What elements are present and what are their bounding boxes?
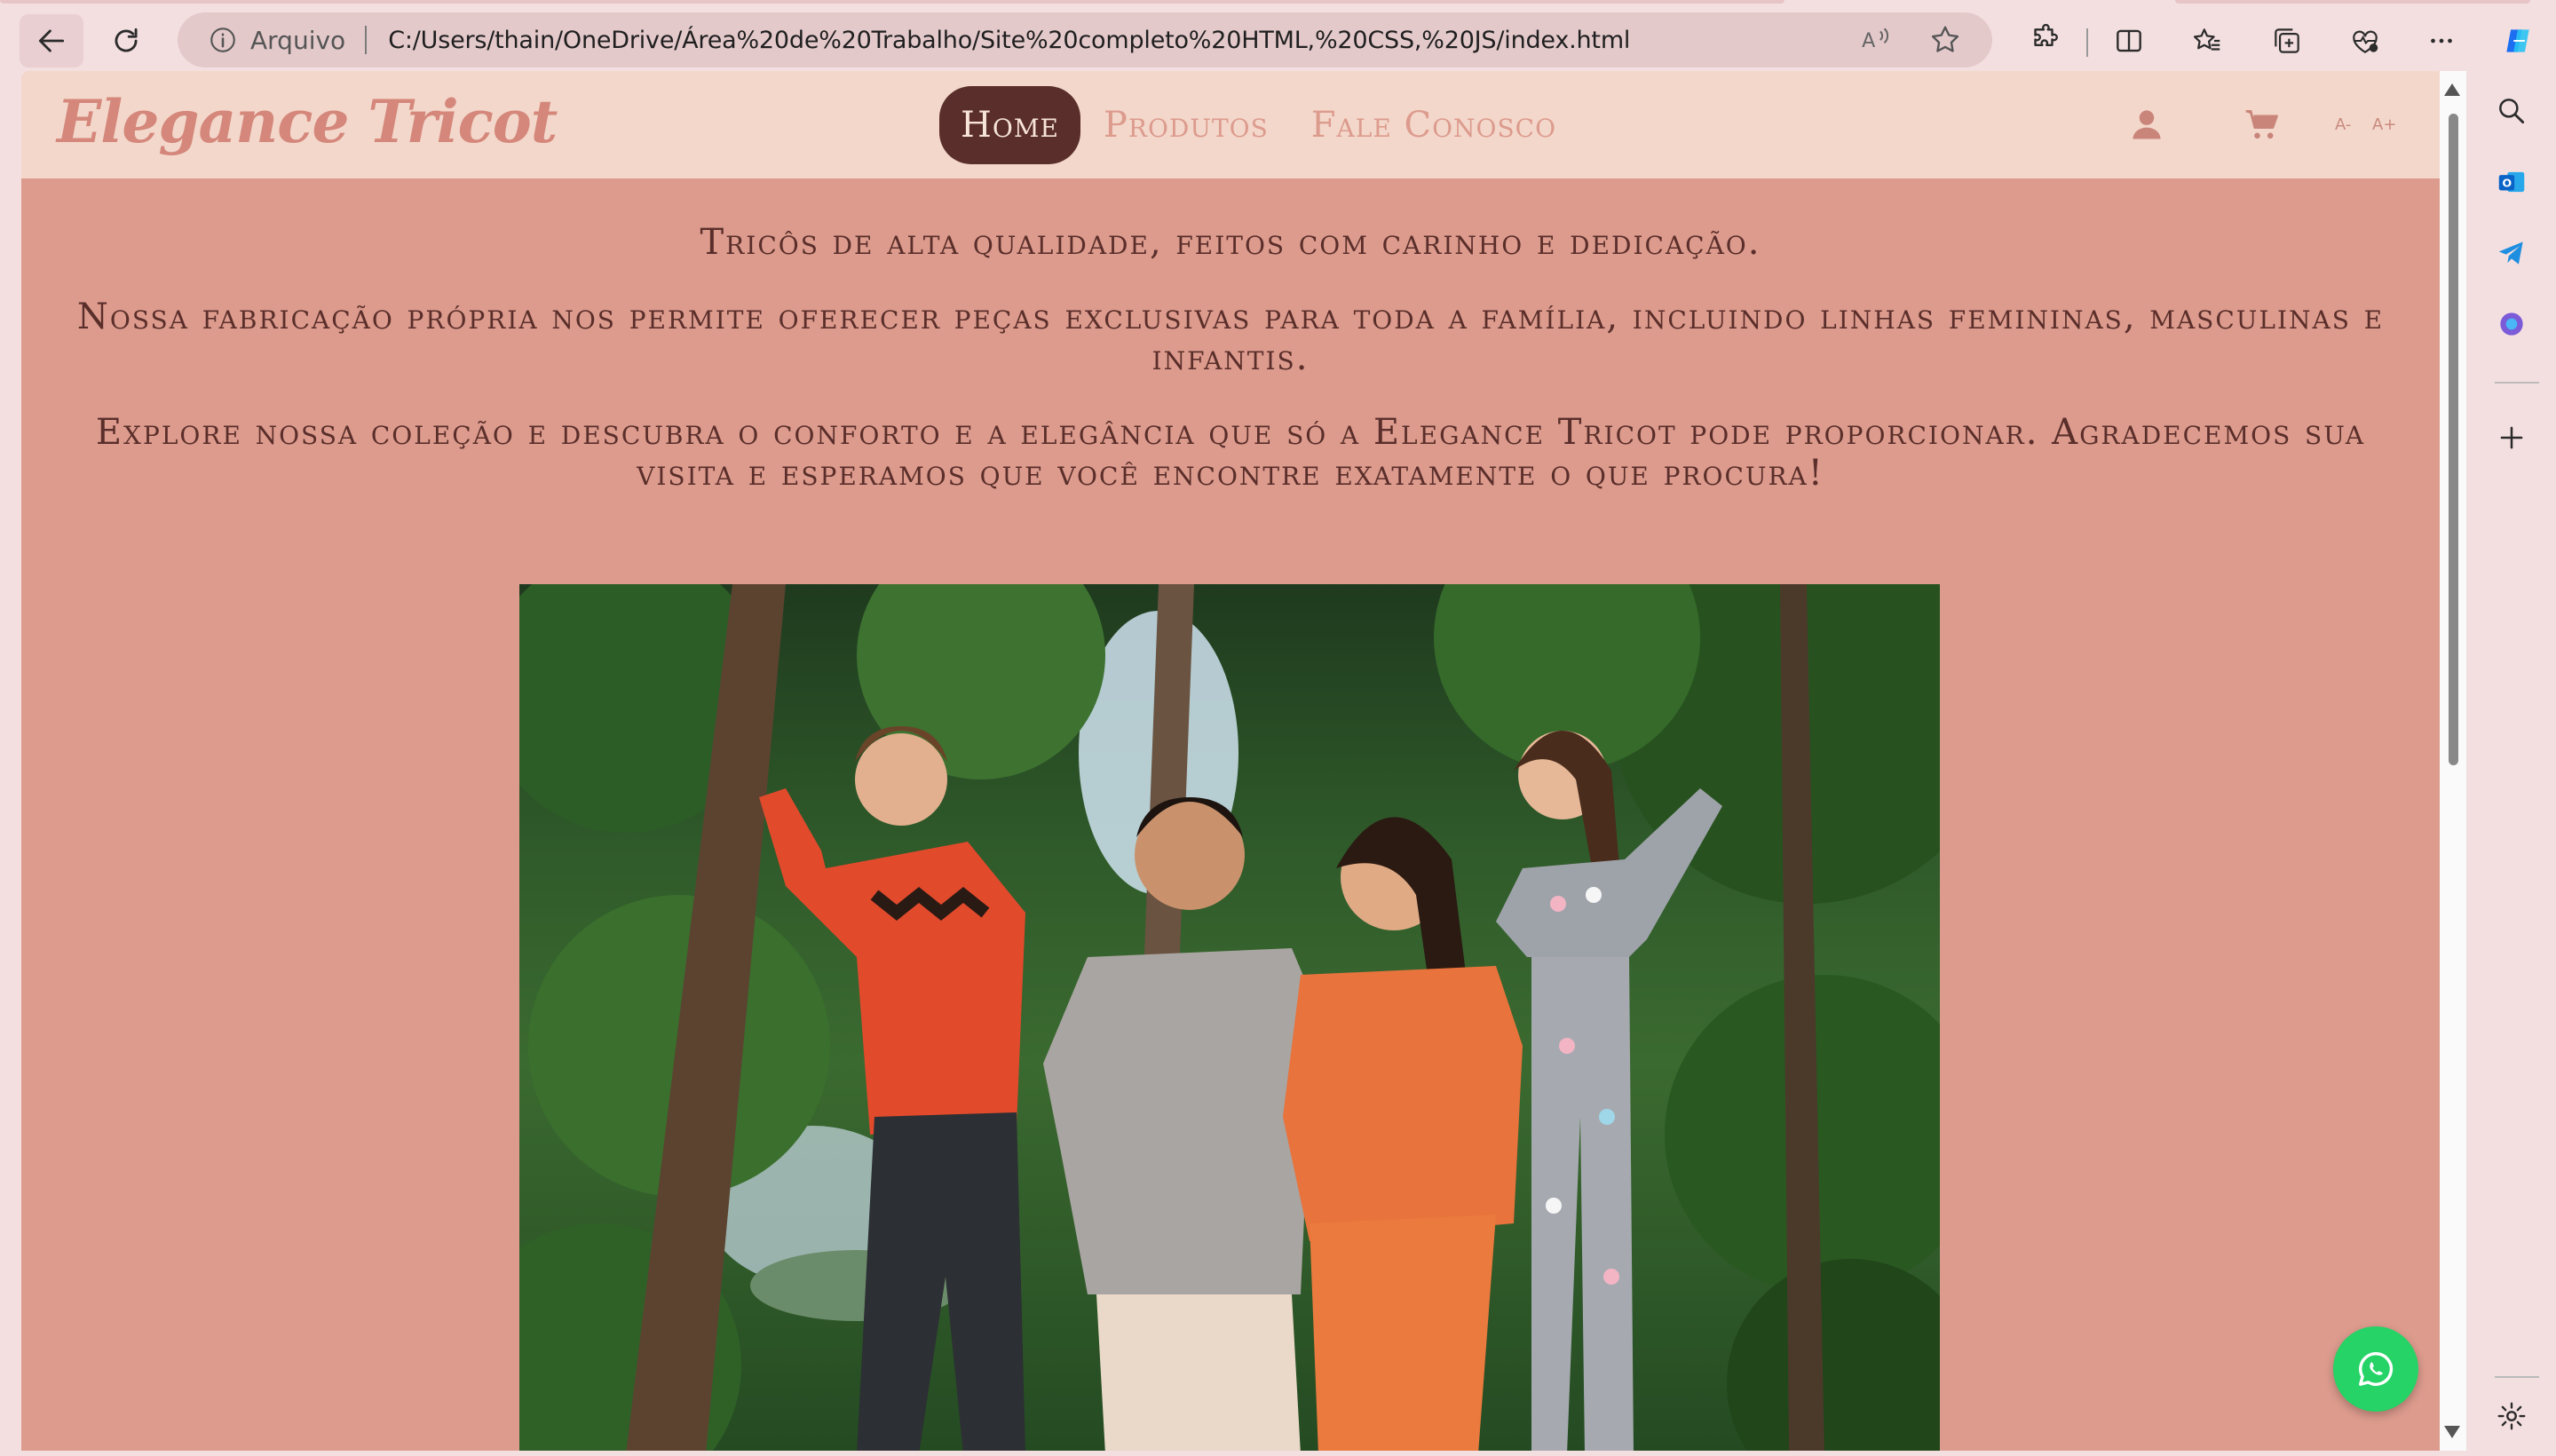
split-screen-icon[interactable] [2102,14,2156,67]
page-scrollbar[interactable] [2440,71,2466,1451]
address-separator [365,26,368,54]
collections-icon[interactable] [2260,14,2314,67]
intro-paragraph-explore: Explore nossa coleção e descubra o confo… [95,412,2366,494]
user-icon[interactable] [2127,105,2166,144]
intro-section: Tricôs de alta qualidade, feitos com car… [57,222,2404,494]
site-header: Elegance Tricot Home Produtos Fale Conos… [21,71,2440,178]
search-icon[interactable] [2486,85,2537,137]
intro-paragraph-production: Nossa fabricação própria nos permite ofe… [76,297,2385,378]
copilot-icon[interactable] [2491,14,2544,67]
svg-text:A: A [1862,29,1875,52]
nav-home[interactable]: Home [939,86,1080,164]
scroll-thumb[interactable] [2449,114,2458,765]
family-photo-illustration [519,584,1940,1451]
outlook-icon[interactable]: O [2486,156,2537,208]
add-icon[interactable] [2486,412,2537,463]
puzzle-icon[interactable] [2017,14,2070,67]
info-icon[interactable] [208,25,238,55]
cart-icon[interactable] [2243,105,2282,144]
more-icon[interactable] [2415,14,2468,67]
sidebar-divider-bottom [2495,1376,2539,1378]
font-decrease-button[interactable]: A- [2335,115,2351,134]
hero-family-photo [519,584,1940,1451]
copilot-app-icon[interactable] [2486,298,2537,350]
sidebar-divider [2495,382,2539,384]
address-bar[interactable]: Arquivo C:/Users/thain/OneDrive/Área%20d… [178,12,1992,67]
site-logo[interactable]: Elegance Tricot [57,87,558,156]
back-button[interactable] [20,14,83,67]
tab-indicator[interactable] [2175,0,2530,4]
favorites-icon[interactable] [2180,14,2234,67]
url-text[interactable]: C:/Users/thain/OneDrive/Área%20de%20Trab… [388,27,1630,54]
whatsapp-icon [2359,1352,2394,1386]
nav-produtos[interactable]: Produtos [1082,86,1290,164]
active-tab[interactable] [0,0,1784,4]
svg-text:O: O [2502,177,2512,190]
scroll-down-arrow[interactable] [2444,1426,2460,1438]
star-icon[interactable] [1928,23,1962,57]
page-viewport: Elegance Tricot Home Produtos Fale Conos… [21,71,2440,1451]
nav-fale-conosco[interactable]: Fale Conosco [1290,86,1578,164]
settings-icon[interactable] [2486,1390,2537,1442]
back-arrow-icon [38,29,65,52]
address-scheme-label: Arquivo [250,25,346,55]
telegram-icon[interactable] [2486,227,2537,279]
main-nav: Home Produtos Fale Conosco [939,86,1578,164]
edge-sidebar: O [2468,71,2556,1456]
reload-button[interactable] [98,14,154,67]
browser-toolbar: Arquivo C:/Users/thain/OneDrive/Área%20d… [0,5,2556,71]
scroll-up-arrow[interactable] [2444,83,2460,96]
intro-tagline: Tricôs de alta qualidade, feitos com car… [700,222,1761,263]
toolbar-divider [2086,28,2088,57]
font-increase-button[interactable]: A+ [2372,115,2396,134]
read-aloud-icon[interactable]: A [1859,23,1893,57]
whatsapp-button[interactable] [2333,1326,2418,1412]
heart-pulse-icon[interactable] [2338,14,2392,67]
reload-icon [115,28,138,52]
